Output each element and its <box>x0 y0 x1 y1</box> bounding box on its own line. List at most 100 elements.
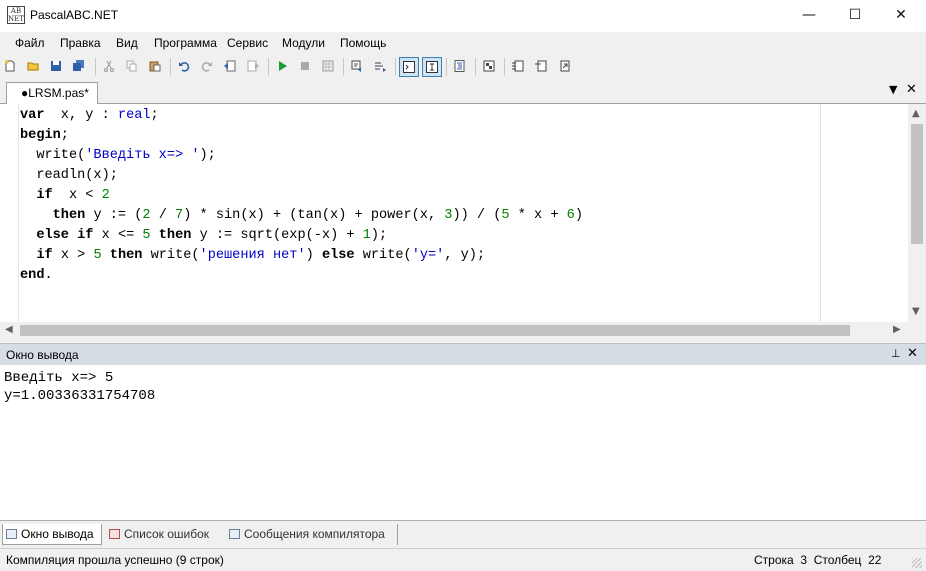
toolbar-separator <box>395 58 396 76</box>
code-text[interactable]: var x, y : real; begin; write('Введіть x=… <box>20 106 583 286</box>
step-over-button[interactable] <box>509 57 529 77</box>
menu-bar: Файл Правка Вид Программа Сервис Модули … <box>0 32 926 54</box>
menu-view[interactable]: Вид <box>116 36 138 50</box>
output-window-icon <box>6 529 17 539</box>
step-over-icon <box>512 60 524 72</box>
output-window-button[interactable] <box>348 57 368 77</box>
code-line[interactable]: if x < 2 <box>20 186 583 206</box>
compile-button[interactable] <box>319 57 339 77</box>
cut-button[interactable] <box>100 57 120 77</box>
horizontal-scroll-thumb[interactable] <box>20 325 850 336</box>
scroll-down-icon[interactable]: ▼ <box>912 306 920 317</box>
open-button[interactable] <box>24 57 44 77</box>
status-message: Компиляция прошла успешно (9 строк) <box>6 553 224 567</box>
tab-label: Список ошибок <box>124 527 210 541</box>
step-into-icon <box>535 60 547 72</box>
tab-error-list[interactable]: Список ошибок <box>106 524 222 545</box>
tab-label: Сообщения компилятора <box>244 527 385 541</box>
step-out-icon <box>560 60 570 72</box>
redo-button[interactable] <box>198 57 218 77</box>
menu-help[interactable]: Помощь <box>340 36 386 50</box>
scroll-right-icon[interactable]: ▶ <box>893 324 901 335</box>
editor-vertical-scrollbar[interactable]: ▲ ▼ <box>908 104 926 322</box>
tab-list-dropdown-icon[interactable]: ▼ <box>889 83 897 96</box>
navigate-back-icon <box>224 60 236 72</box>
menu-edit[interactable]: Правка <box>60 36 101 50</box>
code-line[interactable]: begin; <box>20 126 583 146</box>
autocomplete-icon <box>375 62 386 72</box>
code-line[interactable]: readln(x); <box>20 166 583 186</box>
code-line[interactable]: var x, y : real; <box>20 106 583 126</box>
text-window-toggle[interactable] <box>422 57 442 77</box>
pin-icon[interactable]: ⊥ <box>891 347 901 360</box>
tab-lrsm-pas[interactable]: ●LRSM.pas* <box>6 82 98 104</box>
close-window-button[interactable]: ✕ <box>878 0 924 30</box>
navigate-back-button[interactable] <box>221 57 241 77</box>
tab-compiler-messages[interactable]: Сообщения компилятора <box>226 524 398 545</box>
code-line[interactable]: then y := (2 / 7) * sin(x) + (tan(x) + p… <box>20 206 583 226</box>
copy-button[interactable] <box>123 57 143 77</box>
code-line[interactable]: else if x <= 5 then y := sqrt(exp(-x) + … <box>20 226 583 246</box>
stop-icon <box>301 62 309 70</box>
navigate-forward-button[interactable] <box>244 57 264 77</box>
autocomplete-button[interactable] <box>371 57 391 77</box>
copy-icon <box>126 60 137 72</box>
menu-modules[interactable]: Модули <box>282 36 325 50</box>
code-editor[interactable]: var x, y : real; begin; write('Введіть x=… <box>0 104 926 322</box>
cut-icon <box>104 60 114 72</box>
toolbar-separator <box>95 58 96 76</box>
status-bar: Компиляция прошла успешно (9 строк) Стро… <box>0 548 926 571</box>
debug-icon <box>483 60 495 72</box>
bottom-tab-bar: Окно вывода Список ошибок Сообщения комп… <box>0 523 926 546</box>
output-panel[interactable]: Введіть x=> 5 y=1.00336331754708 <box>0 365 926 521</box>
save-all-button[interactable] <box>70 57 90 77</box>
vertical-scroll-thumb[interactable] <box>911 124 923 244</box>
editor-horizontal-scrollbar[interactable]: ◀ ▶ <box>0 322 908 339</box>
close-output-icon[interactable]: ✕ <box>907 346 918 361</box>
compile-icon <box>322 60 334 72</box>
output-line: Введіть x=> 5 <box>4 370 114 386</box>
open-folder-icon <box>27 62 39 71</box>
paste-button[interactable] <box>146 57 166 77</box>
toolbar-separator <box>504 58 505 76</box>
text-window-icon <box>426 61 438 73</box>
menu-service[interactable]: Сервис <box>227 36 268 50</box>
console-window-toggle[interactable] <box>399 57 419 77</box>
tab-output-window[interactable]: Окно вывода <box>2 524 102 545</box>
resize-grip[interactable] <box>912 558 922 568</box>
menu-program[interactable]: Программа <box>154 36 217 50</box>
save-all-icon <box>73 60 84 71</box>
title-bar: AB NET PascalABC.NET — ☐ ✕ <box>0 0 926 32</box>
code-line[interactable]: if x > 5 then write('решения нет') else … <box>20 246 583 266</box>
run-icon <box>279 61 287 71</box>
output-text: Введіть x=> 5 y=1.00336331754708 <box>4 369 155 405</box>
new-file-icon <box>5 60 15 72</box>
step-into-button[interactable] <box>532 57 552 77</box>
format-code-button[interactable] <box>451 57 471 77</box>
step-out-button[interactable] <box>555 57 575 77</box>
window-title: PascalABC.NET <box>30 8 119 22</box>
format-code-icon <box>454 60 465 72</box>
minimize-button[interactable]: — <box>786 0 832 30</box>
save-icon <box>51 61 61 71</box>
scroll-left-icon[interactable]: ◀ <box>5 324 13 335</box>
tab-label: Окно вывода <box>21 527 94 541</box>
console-window-icon <box>403 61 415 73</box>
code-line[interactable]: write('Введіть x=> '); <box>20 146 583 166</box>
scrollbar-corner <box>908 322 926 339</box>
close-tab-icon[interactable]: ✕ <box>906 82 917 97</box>
menu-file[interactable]: Файл <box>15 36 45 50</box>
run-button[interactable] <box>273 57 293 77</box>
undo-button[interactable] <box>175 57 195 77</box>
scroll-up-icon[interactable]: ▲ <box>912 108 920 119</box>
toolbar-separator <box>446 58 447 76</box>
save-button[interactable] <box>47 57 67 77</box>
debug-button[interactable] <box>480 57 500 77</box>
new-file-button[interactable] <box>1 57 21 77</box>
output-window-icon <box>351 60 361 72</box>
maximize-button[interactable]: ☐ <box>832 0 878 30</box>
toolbar-separator <box>170 58 171 76</box>
editor-right-margin <box>820 104 821 322</box>
code-line[interactable]: end. <box>20 266 583 286</box>
stop-button[interactable] <box>296 57 316 77</box>
